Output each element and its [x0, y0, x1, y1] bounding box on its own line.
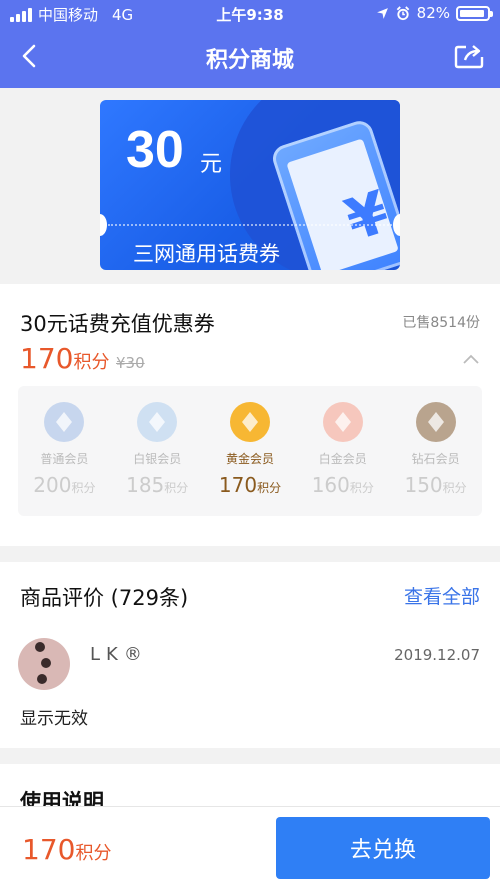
member-level-points-value: 170: [218, 473, 258, 497]
top-bar: 中国移动 4G 上午9:38 82% 积分商城: [0, 0, 500, 88]
reviews-title: 商品评价 (729条): [20, 586, 189, 610]
member-level-name: 白金会员: [318, 452, 367, 466]
coupon-subtitle: 三网通用话费券: [133, 242, 280, 266]
product-card: 30元话费充值优惠券 已售8514份 170积分 ¥30 普通会员 200积分 白银…: [0, 284, 500, 546]
original-price: ¥30: [116, 354, 145, 372]
member-level-points-unit: 积分: [164, 481, 189, 495]
member-level-points: 150积分: [389, 473, 482, 497]
member-level-name: 白银会员: [133, 452, 182, 466]
member-level-item[interactable]: 普通会员 200积分: [18, 386, 111, 516]
review-content: 显示无效: [20, 709, 88, 729]
member-badge-icon: [229, 402, 270, 442]
nav-bar: 积分商城: [0, 30, 500, 86]
member-level-item[interactable]: 白金会员 160积分: [296, 386, 389, 516]
chevron-up-icon[interactable]: [462, 350, 480, 368]
banner-section: ¥ 30 元 三网通用话费券: [0, 88, 500, 284]
bottom-bar: 170积分 去兑换: [0, 806, 500, 889]
member-badge-icon: [415, 402, 456, 442]
member-level-name: 黄金会员: [225, 452, 274, 466]
review-username: LK®: [90, 644, 148, 665]
member-levels: 普通会员 200积分 白银会员 185积分 黄金会员 170积分 白金会员 160积分 钻石会员…: [18, 386, 482, 516]
view-all-link[interactable]: 查看全部: [404, 582, 480, 609]
coupon-unit: 元: [200, 152, 223, 177]
status-right: 82%: [376, 4, 493, 22]
member-level-item[interactable]: 黄金会员 170积分: [204, 386, 297, 516]
member-badge-icon: [137, 402, 178, 442]
bottom-price-value: 170: [22, 833, 76, 866]
alarm-icon: [396, 5, 409, 20]
member-level-points-unit: 积分: [349, 481, 374, 495]
redeem-button[interactable]: 去兑换: [276, 817, 490, 879]
member-level-points: 200积分: [18, 473, 111, 497]
member-level-points: 170积分: [204, 473, 297, 497]
product-name: 30元话费充值优惠券: [20, 312, 215, 336]
battery-percent: 82%: [416, 4, 450, 22]
sold-count: 已售8514份: [402, 315, 480, 331]
member-level-points: 160积分: [296, 473, 389, 497]
avatar[interactable]: [18, 638, 70, 690]
member-badge-icon: [322, 402, 363, 442]
bottom-price-unit: 积分: [75, 843, 112, 864]
member-level-points: 185积分: [111, 473, 204, 497]
member-level-item[interactable]: 钻石会员 150积分: [389, 386, 482, 516]
reviews-section: 商品评价 (729条) 查看全部 LK® 2019.12.07 显示无效: [0, 562, 500, 748]
member-level-points-unit: 积分: [71, 481, 96, 495]
member-level-name: 普通会员: [40, 452, 89, 466]
member-level-points-unit: 积分: [257, 481, 282, 495]
review-date: 2019.12.07: [394, 646, 480, 664]
member-level-points-value: 200: [33, 473, 72, 497]
coupon-amount: 30: [126, 121, 184, 179]
page-title: 积分商城: [205, 48, 294, 73]
location-icon: [376, 7, 388, 19]
member-level-points-value: 160: [311, 473, 350, 497]
battery-icon: [456, 5, 493, 21]
member-level-points-unit: 积分: [442, 481, 467, 495]
bottom-price: 170积分: [22, 833, 111, 866]
member-level-name: 钻石会员: [411, 452, 460, 466]
coupon-banner-image: ¥ 30 元 三网通用话费券: [100, 100, 400, 270]
share-icon: [454, 45, 484, 69]
price-unit: 积分: [73, 352, 110, 373]
member-level-points-value: 150: [404, 473, 443, 497]
product-price: 170积分: [20, 342, 109, 375]
member-level-points-value: 185: [126, 473, 165, 497]
price-value: 170: [20, 342, 74, 375]
share-button[interactable]: [452, 40, 486, 72]
status-bar: 中国移动 4G 上午9:38 82%: [0, 0, 500, 28]
member-badge-icon: [44, 402, 85, 442]
member-level-item[interactable]: 白银会员 185积分: [111, 386, 204, 516]
